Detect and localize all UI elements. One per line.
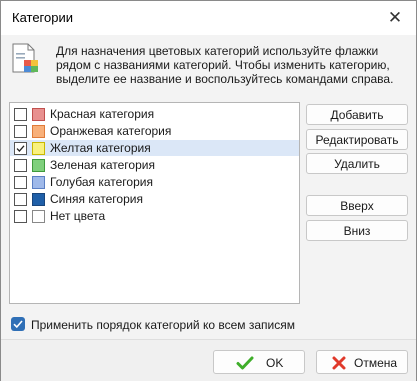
list-item[interactable]: Желтая категория — [10, 140, 299, 156]
cancel-button[interactable]: Отмена — [316, 350, 408, 374]
category-label: Желтая категория — [50, 141, 151, 155]
list-item[interactable]: Красная категория — [10, 106, 299, 122]
category-checkbox[interactable] — [14, 125, 27, 138]
category-label: Красная категория — [50, 107, 155, 121]
list-item[interactable]: Нет цвета — [10, 208, 299, 224]
categories-icon — [12, 43, 40, 78]
cancel-label: Отмена — [354, 356, 398, 370]
category-label: Голубая категория — [50, 175, 153, 189]
color-swatch — [32, 193, 45, 206]
edit-button[interactable]: Редактировать — [306, 129, 408, 150]
window-title: Категории — [12, 10, 73, 25]
apply-order-label: Применить порядок категорий ко всем запи… — [31, 318, 295, 332]
color-swatch — [32, 210, 45, 223]
add-button[interactable]: Добавить — [306, 104, 408, 125]
description-text: Для назначения цветовых категорий исполь… — [56, 44, 394, 86]
category-label: Нет цвета — [50, 209, 106, 223]
categories-dialog: Категории ✕ Для назначения цветовых кате… — [0, 0, 417, 381]
list-item[interactable]: Голубая категория — [10, 174, 299, 190]
list-item[interactable]: Синяя категория — [10, 191, 299, 207]
cancel-x-icon — [332, 356, 346, 370]
title-bar: Категории ✕ — [1, 1, 416, 35]
color-swatch — [32, 142, 45, 155]
close-icon[interactable]: ✕ — [384, 7, 406, 29]
color-swatch — [32, 108, 45, 121]
category-label: Синяя категория — [50, 192, 143, 206]
category-checkbox[interactable] — [14, 159, 27, 172]
category-checkbox[interactable] — [14, 176, 27, 189]
category-checkbox[interactable] — [14, 193, 27, 206]
category-list[interactable]: Красная категория Оранжевая категория Же… — [9, 102, 300, 304]
category-checkbox[interactable] — [14, 210, 27, 223]
dialog-footer: OK Отмена — [1, 339, 416, 381]
list-item[interactable]: Зеленая категория — [10, 157, 299, 173]
color-swatch — [32, 176, 45, 189]
delete-button[interactable]: Удалить — [306, 153, 408, 174]
move-down-button[interactable]: Вниз — [306, 220, 408, 241]
checkmark-icon — [13, 320, 23, 329]
list-item[interactable]: Оранжевая категория — [10, 123, 299, 139]
category-label: Оранжевая категория — [50, 124, 172, 138]
color-swatch — [32, 125, 45, 138]
ok-button[interactable]: OK — [213, 350, 305, 374]
category-checkbox[interactable] — [14, 142, 27, 155]
apply-order-checkbox[interactable] — [11, 317, 25, 331]
category-checkbox[interactable] — [14, 108, 27, 121]
color-swatch — [32, 159, 45, 172]
ok-label: OK — [266, 356, 284, 370]
category-label: Зеленая категория — [50, 158, 155, 172]
check-icon — [236, 356, 254, 370]
move-up-button[interactable]: Вверх — [306, 195, 408, 216]
checkmark-icon — [16, 145, 25, 152]
